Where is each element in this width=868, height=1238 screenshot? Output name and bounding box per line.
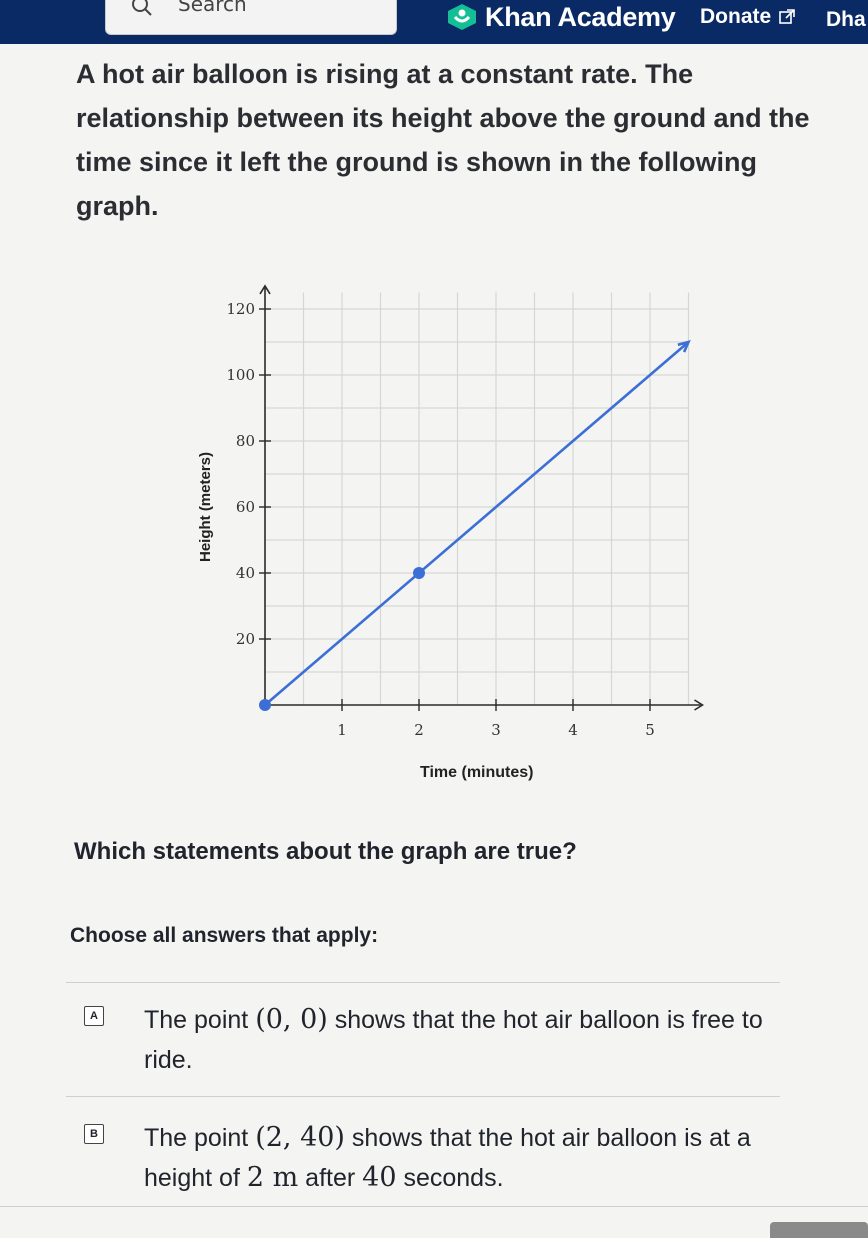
x-tick-label: 5 [645, 721, 655, 739]
divider [66, 982, 780, 983]
height-vs-time-graph: 1 2 3 4 5 20 40 60 80 100 120 Time (minutes) Height … [197, 284, 705, 781]
instructions: Choose all answers that apply: [70, 924, 379, 947]
search-icon [132, 0, 152, 16]
x-tick-label: 2 [414, 721, 424, 739]
divider [66, 1096, 780, 1097]
data-point [259, 699, 271, 711]
leaf-logo-icon [448, 4, 476, 30]
choice-b-math: (2, 40) [255, 1122, 345, 1153]
y-tick-label: 120 [226, 300, 255, 318]
khan-academy-logo[interactable]: Khan Academy [445, 1, 676, 32]
external-link-icon [779, 9, 795, 24]
y-tick-label: 80 [236, 432, 255, 450]
y-tick-label: 60 [236, 498, 255, 516]
brand-name: Khan Academy [485, 1, 676, 32]
choice-a-checkbox[interactable]: A [84, 1006, 104, 1026]
y-tick-label: 100 [226, 366, 255, 384]
choice-a-text: The point (0, 0) shows that the hot air … [144, 1004, 763, 1074]
user-menu[interactable]: Dha [826, 8, 866, 32]
y-tick-label: 20 [236, 630, 255, 648]
question-prompt: Which statements about the graph are tru… [74, 838, 577, 865]
x-tick-label: 3 [491, 721, 501, 739]
data-point [413, 567, 425, 579]
choice-b-checkbox[interactable]: B [84, 1124, 104, 1144]
choice-a-math: (0, 0) [255, 1004, 328, 1035]
question-text: A hot air balloon is rising at a constan… [76, 59, 810, 221]
y-tick-label: 40 [236, 564, 255, 582]
y-axis-label: Height (meters) [197, 452, 214, 562]
divider [0, 1206, 868, 1207]
x-tick-label: 4 [568, 721, 578, 739]
donate-link[interactable]: Donate [700, 5, 795, 29]
x-axis-label: Time (minutes) [420, 764, 534, 781]
top-navigation-bar: Search Khan Academy Donate Dha [0, 0, 868, 44]
x-tick-label: 1 [337, 721, 347, 739]
search-box[interactable]: Search [105, 0, 397, 35]
choice-b-text: The point (2, 40) shows that the hot air… [144, 1122, 751, 1193]
search-placeholder: Search [178, 0, 247, 16]
series-line [264, 341, 690, 706]
check-button[interactable] [770, 1222, 868, 1238]
donate-label: Donate [700, 5, 772, 28]
